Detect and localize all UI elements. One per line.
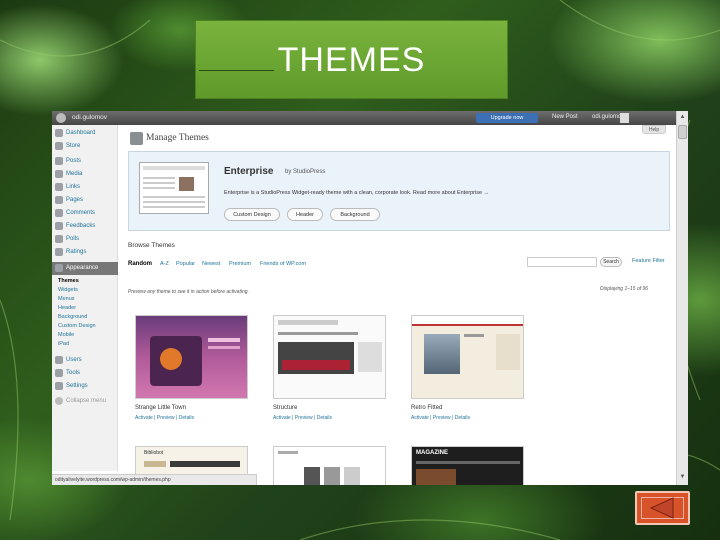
theme-actions[interactable]: Activate | Preview | Details: [273, 415, 332, 421]
site-name-link[interactable]: odi.gulomov: [72, 114, 107, 121]
status-bar-url: odityalivelyite.wordpress.com/wp-admin/t…: [52, 474, 257, 485]
current-theme-author[interactable]: by StudioPress: [285, 169, 325, 175]
background-button[interactable]: Background: [330, 208, 380, 221]
sidebar-subitem-widgets[interactable]: Widgets: [58, 287, 78, 293]
browse-themes-heading: Browse Themes: [128, 242, 175, 249]
preview-hint: Preview any theme to see it in action be…: [128, 289, 249, 295]
appearance-page-icon: [130, 132, 143, 145]
theme-thumbnail[interactable]: [411, 315, 524, 399]
sidebar-item-tools[interactable]: Tools: [52, 367, 118, 380]
scrollbar-thumb[interactable]: [678, 125, 687, 139]
sidebar-item-store[interactable]: Store: [52, 140, 118, 153]
sidebar-item-comments[interactable]: Comments: [52, 207, 118, 220]
settings-icon: [55, 382, 63, 390]
tab-newest[interactable]: Newest: [202, 261, 220, 267]
theme-name: Strange Little Town: [135, 405, 186, 411]
theme-thumbnail[interactable]: [273, 315, 386, 399]
wordpress-screenshot: odi.gulomov Upgrade now New Post odi.gul…: [52, 111, 688, 485]
media-icon: [55, 170, 63, 178]
scroll-down-icon[interactable]: ▼: [678, 473, 687, 482]
tab-random[interactable]: Random: [128, 261, 152, 267]
store-icon: [55, 142, 63, 150]
posts-icon: [55, 157, 63, 165]
sidebar-subitem-header[interactable]: Header: [58, 305, 76, 311]
current-theme-thumbnail: [139, 162, 209, 214]
theme-name: Retro Fitted: [411, 405, 443, 411]
sidebar-item-posts[interactable]: Posts: [52, 155, 118, 168]
theme-thumbnail[interactable]: [135, 315, 248, 399]
new-post-link[interactable]: New Post: [552, 114, 578, 120]
polls-icon: [55, 235, 63, 243]
sidebar-item-dashboard[interactable]: Dashboard: [52, 127, 118, 140]
scrollbar[interactable]: ▲ ▼: [676, 111, 688, 485]
theme-thumbnail[interactable]: MAGAZINE: [411, 446, 524, 485]
sidebar-item-ratings[interactable]: Ratings: [52, 246, 118, 259]
sidebar-collapse[interactable]: Collapse menu: [52, 395, 118, 408]
sidebar-subitem-custom-design[interactable]: Custom Design: [58, 323, 96, 329]
sidebar-item-pages[interactable]: Pages: [52, 194, 118, 207]
custom-design-button[interactable]: Custom Design: [224, 208, 280, 221]
sidebar-subitem-ipad[interactable]: iPad: [58, 341, 69, 347]
upgrade-button[interactable]: Upgrade now: [476, 113, 538, 123]
sidebar-subitem-mobile[interactable]: Mobile: [58, 332, 74, 338]
links-icon: [55, 183, 63, 191]
tab-friends-of-wp[interactable]: Friends of WP.com: [260, 261, 306, 267]
collapse-icon: [55, 397, 63, 405]
sidebar-subitem-menus[interactable]: Menus: [58, 296, 75, 302]
wordpress-logo-icon[interactable]: [56, 113, 66, 123]
page-title: Manage Themes: [146, 133, 209, 143]
feature-filter-link[interactable]: Feature Filter: [632, 258, 665, 264]
sidebar-subitem-background[interactable]: Background: [58, 314, 87, 320]
slide-title: THEMES: [277, 41, 426, 79]
sidebar-item-feedbacks[interactable]: Feedbacks: [52, 220, 118, 233]
sidebar-item-links[interactable]: Links: [52, 181, 118, 194]
header-button[interactable]: Header: [287, 208, 323, 221]
tab-premium[interactable]: Premium: [229, 261, 251, 267]
scroll-up-icon[interactable]: ▲: [678, 113, 687, 122]
theme-thumb-title: Bibliobot: [144, 450, 164, 456]
sidebar-item-polls[interactable]: Polls: [52, 233, 118, 246]
current-theme-name: Enterprise: [224, 166, 274, 177]
theme-search-input[interactable]: [527, 257, 597, 267]
appearance-icon: [55, 264, 63, 272]
sidebar-subitem-themes[interactable]: Themes: [58, 278, 79, 284]
comments-icon: [55, 209, 63, 217]
theme-filter-tabs: Random A-Z Popular Newest Premium Friend…: [128, 259, 528, 271]
tab-a-z[interactable]: A-Z: [160, 261, 169, 267]
theme-actions[interactable]: Activate | Preview | Details: [135, 415, 194, 421]
sidebar-item-appearance[interactable]: Appearance: [52, 262, 118, 275]
sidebar-item-settings[interactable]: Settings: [52, 380, 118, 393]
dashboard-icon: [55, 129, 63, 137]
ratings-icon: [55, 248, 63, 256]
avatar[interactable]: [620, 113, 629, 123]
feedbacks-icon: [55, 222, 63, 230]
admin-sidebar: Dashboard Store Posts Media Links Pages …: [52, 125, 118, 471]
theme-thumbnail[interactable]: [273, 446, 386, 485]
tab-popular[interactable]: Popular: [176, 261, 195, 267]
theme-name: Structure: [273, 405, 298, 411]
theme-thumb-title: MAGAZINE: [416, 450, 448, 456]
search-button[interactable]: Search: [600, 257, 622, 267]
sidebar-item-media[interactable]: Media: [52, 168, 118, 181]
sidebar-item-users[interactable]: Users: [52, 354, 118, 367]
current-theme-panel: Enterprise by StudioPress Enterprise is …: [128, 151, 670, 231]
tools-icon: [55, 369, 63, 377]
back-button[interactable]: [635, 491, 690, 525]
left-triangle-icon: [649, 497, 674, 519]
pages-icon: [55, 196, 63, 204]
theme-actions[interactable]: Activate | Preview | Details: [411, 415, 470, 421]
displaying-count: Displaying 1–15 of 96: [600, 286, 649, 292]
admin-bar: odi.gulomov Upgrade now New Post odi.gul…: [52, 111, 688, 125]
title-banner: THEMES: [195, 20, 508, 99]
users-icon: [55, 356, 63, 364]
current-theme-description: Enterprise is a StudioPress Widget-ready…: [224, 190, 490, 196]
help-button[interactable]: Help: [642, 125, 666, 134]
